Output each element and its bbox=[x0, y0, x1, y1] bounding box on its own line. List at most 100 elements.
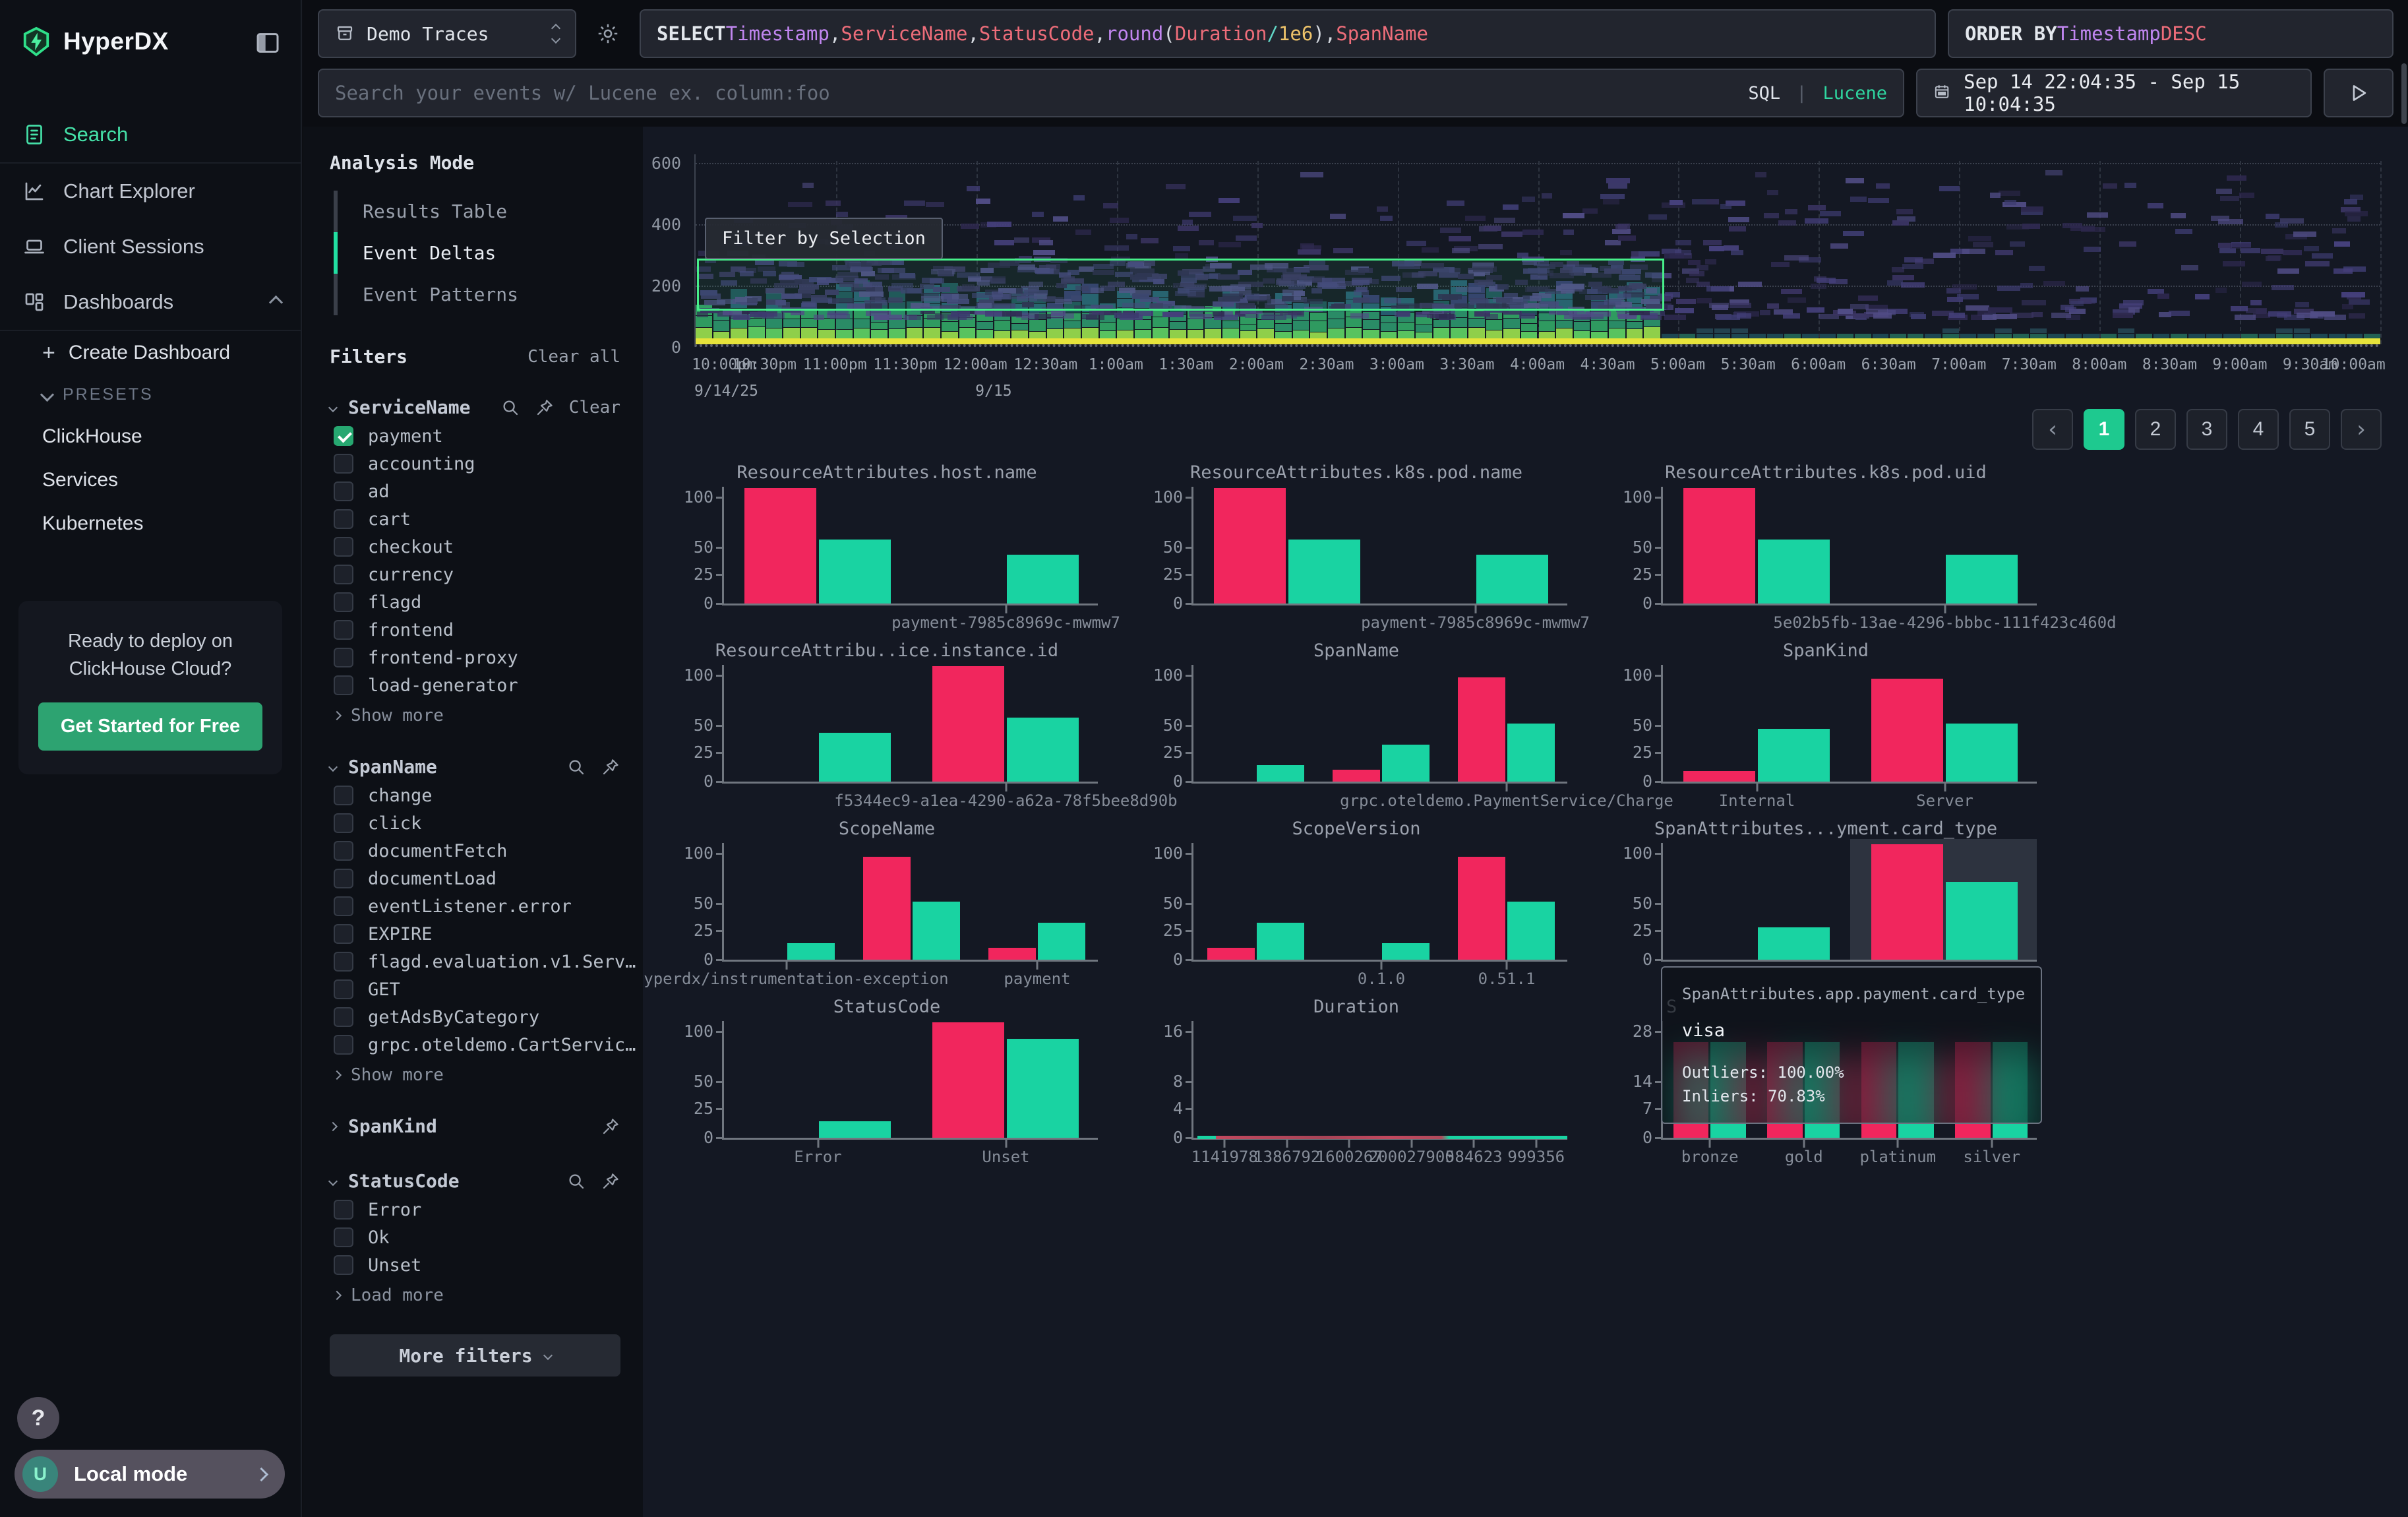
chevron-down-icon[interactable] bbox=[328, 762, 338, 771]
bar-inlier[interactable] bbox=[819, 540, 891, 604]
checkbox[interactable] bbox=[334, 786, 353, 805]
filter-option-click[interactable]: click bbox=[330, 809, 620, 837]
chart-plot[interactable]: 02550100@hyperdx/instrumentation-excepti… bbox=[722, 843, 1098, 962]
sql-mode-toggle[interactable]: SQL bbox=[1748, 83, 1780, 104]
filter-option-expire[interactable]: EXPIRE bbox=[330, 920, 620, 948]
chart-plot[interactable]: 02550100InternalServer bbox=[1661, 665, 2037, 784]
filter-section-title[interactable]: ServiceName bbox=[348, 396, 470, 418]
events-heatmap[interactable]: Filter by Selection bbox=[694, 154, 2380, 347]
chevron-down-icon[interactable] bbox=[328, 1176, 338, 1185]
bar-inlier[interactable] bbox=[1288, 540, 1360, 604]
more-filters-button[interactable]: More filters bbox=[330, 1334, 620, 1377]
bar-inlier[interactable] bbox=[1758, 540, 1830, 604]
checkbox[interactable] bbox=[334, 924, 353, 944]
filter-option-cart[interactable]: cart bbox=[330, 505, 620, 533]
bar-inlier[interactable] bbox=[1476, 555, 1548, 604]
gear-icon[interactable] bbox=[588, 9, 628, 58]
bar-outlier[interactable] bbox=[1207, 948, 1255, 960]
filter-option-eventlistener-error[interactable]: eventListener.error bbox=[330, 892, 620, 920]
bar-outlier[interactable] bbox=[863, 857, 911, 960]
checkbox[interactable] bbox=[334, 481, 353, 501]
next-page-button[interactable]: › bbox=[2341, 409, 2382, 450]
chart-plot[interactable]: 02550100payment-7985c8969c-mwmw7 bbox=[722, 487, 1098, 605]
filter-by-selection-button[interactable]: Filter by Selection bbox=[705, 218, 943, 259]
sidebar-item-services[interactable]: Services bbox=[0, 458, 301, 502]
chevron-down-icon[interactable] bbox=[328, 402, 338, 412]
pin-icon[interactable] bbox=[601, 757, 620, 777]
bar-inlier[interactable] bbox=[1038, 923, 1085, 960]
filter-section-title[interactable]: StatusCode bbox=[348, 1170, 460, 1192]
filter-option-flagd[interactable]: flagd bbox=[330, 588, 620, 616]
filter-option-accounting[interactable]: accounting bbox=[330, 450, 620, 478]
filter-option-frontend[interactable]: frontend bbox=[330, 616, 620, 644]
chart-plot[interactable]: 02550100ErrorUnset bbox=[722, 1021, 1098, 1140]
bar-outlier[interactable] bbox=[1458, 677, 1505, 782]
checkbox[interactable] bbox=[334, 979, 353, 999]
filter-option-documentfetch[interactable]: documentFetch bbox=[330, 837, 620, 865]
checkbox[interactable] bbox=[334, 426, 353, 446]
page-button-1[interactable]: 1 bbox=[2084, 409, 2124, 450]
filter-option-error[interactable]: Error bbox=[330, 1196, 620, 1223]
filter-option-getadsbycategory[interactable]: getAdsByCategory bbox=[330, 1003, 620, 1031]
bar-outlier[interactable] bbox=[1458, 857, 1505, 960]
filter-option-flagd-evaluation-v1-serv[interactable]: flagd.evaluation.v1.Serv… bbox=[330, 948, 620, 975]
checkbox[interactable] bbox=[334, 620, 353, 640]
filter-option-ad[interactable]: ad bbox=[330, 478, 620, 505]
analysis-mode-results-table[interactable]: Results Table bbox=[334, 191, 620, 232]
bar-outlier[interactable] bbox=[932, 666, 1004, 782]
clear-section-button[interactable]: Clear bbox=[569, 398, 620, 418]
filter-option-unset[interactable]: Unset bbox=[330, 1251, 620, 1279]
date-range-picker[interactable]: Sep 14 22:04:35 - Sep 15 10:04:35 bbox=[1916, 69, 2312, 117]
checkbox[interactable] bbox=[334, 952, 353, 972]
sidebar-item-dashboards[interactable]: Dashboards bbox=[0, 274, 301, 330]
bar-inlier[interactable] bbox=[1382, 745, 1430, 782]
search-icon[interactable] bbox=[500, 398, 520, 418]
page-button-2[interactable]: 2 bbox=[2135, 409, 2176, 450]
selection-region[interactable] bbox=[697, 259, 1664, 311]
checkbox[interactable] bbox=[334, 565, 353, 584]
filter-section-title[interactable]: SpanName bbox=[348, 756, 437, 778]
pin-icon[interactable] bbox=[601, 1171, 620, 1191]
bar-outlier[interactable] bbox=[1214, 488, 1286, 604]
bar-inlier[interactable] bbox=[787, 943, 835, 960]
bar-inlier[interactable] bbox=[1946, 882, 2018, 960]
run-query-button[interactable] bbox=[2324, 69, 2393, 117]
checkbox[interactable] bbox=[334, 1200, 353, 1220]
bar-outlier[interactable] bbox=[1871, 679, 1943, 782]
filter-option-documentload[interactable]: documentLoad bbox=[330, 865, 620, 892]
sidebar-collapse-icon[interactable] bbox=[255, 30, 281, 53]
page-button-3[interactable]: 3 bbox=[2186, 409, 2227, 450]
filter-option-load-generator[interactable]: load-generator bbox=[330, 671, 620, 699]
bar-inlier[interactable] bbox=[1007, 1039, 1079, 1138]
show-more-link[interactable]: Show more bbox=[330, 1059, 620, 1086]
chart-plot[interactable]: 02550100payment-7985c8969c-mwmw7 bbox=[1191, 487, 1567, 605]
checkbox[interactable] bbox=[334, 648, 353, 667]
local-mode-button[interactable]: U Local mode bbox=[15, 1450, 285, 1499]
bar-inlier[interactable] bbox=[819, 1121, 891, 1138]
bar-inlier[interactable] bbox=[1382, 943, 1430, 960]
checkbox[interactable] bbox=[334, 1227, 353, 1247]
bar-outlier[interactable] bbox=[988, 948, 1036, 960]
page-button-5[interactable]: 5 bbox=[2289, 409, 2330, 450]
checkbox[interactable] bbox=[334, 509, 353, 529]
create-dashboard-button[interactable]: +Create Dashboard bbox=[0, 331, 301, 375]
select-clause-input[interactable]: SELECT Timestamp, ServiceName, StatusCod… bbox=[640, 9, 1936, 58]
bar-outlier[interactable] bbox=[1683, 771, 1755, 782]
filter-option-payment[interactable]: payment bbox=[330, 422, 620, 450]
bar-inlier[interactable] bbox=[1007, 718, 1079, 782]
page-button-4[interactable]: 4 bbox=[2238, 409, 2279, 450]
filter-option-checkout[interactable]: checkout bbox=[330, 533, 620, 561]
bar-inlier[interactable] bbox=[1257, 765, 1304, 782]
checkbox[interactable] bbox=[334, 1035, 353, 1055]
lucene-mode-toggle[interactable]: Lucene bbox=[1822, 83, 1887, 104]
checkbox[interactable] bbox=[334, 675, 353, 695]
sidebar-item-chart-explorer[interactable]: Chart Explorer bbox=[0, 164, 301, 219]
presets-toggle[interactable]: PRESETS bbox=[0, 375, 301, 415]
analysis-mode-event-deltas[interactable]: Event Deltas bbox=[334, 232, 620, 274]
pin-icon[interactable] bbox=[601, 1117, 620, 1136]
filter-option-grpc-oteldemo-cartservic[interactable]: grpc.oteldemo.CartServic… bbox=[330, 1031, 620, 1059]
scrollbar-thumb[interactable] bbox=[2401, 63, 2407, 124]
checkbox[interactable] bbox=[334, 869, 353, 888]
clear-all-button[interactable]: Clear all bbox=[527, 347, 620, 367]
checkbox[interactable] bbox=[334, 537, 353, 557]
